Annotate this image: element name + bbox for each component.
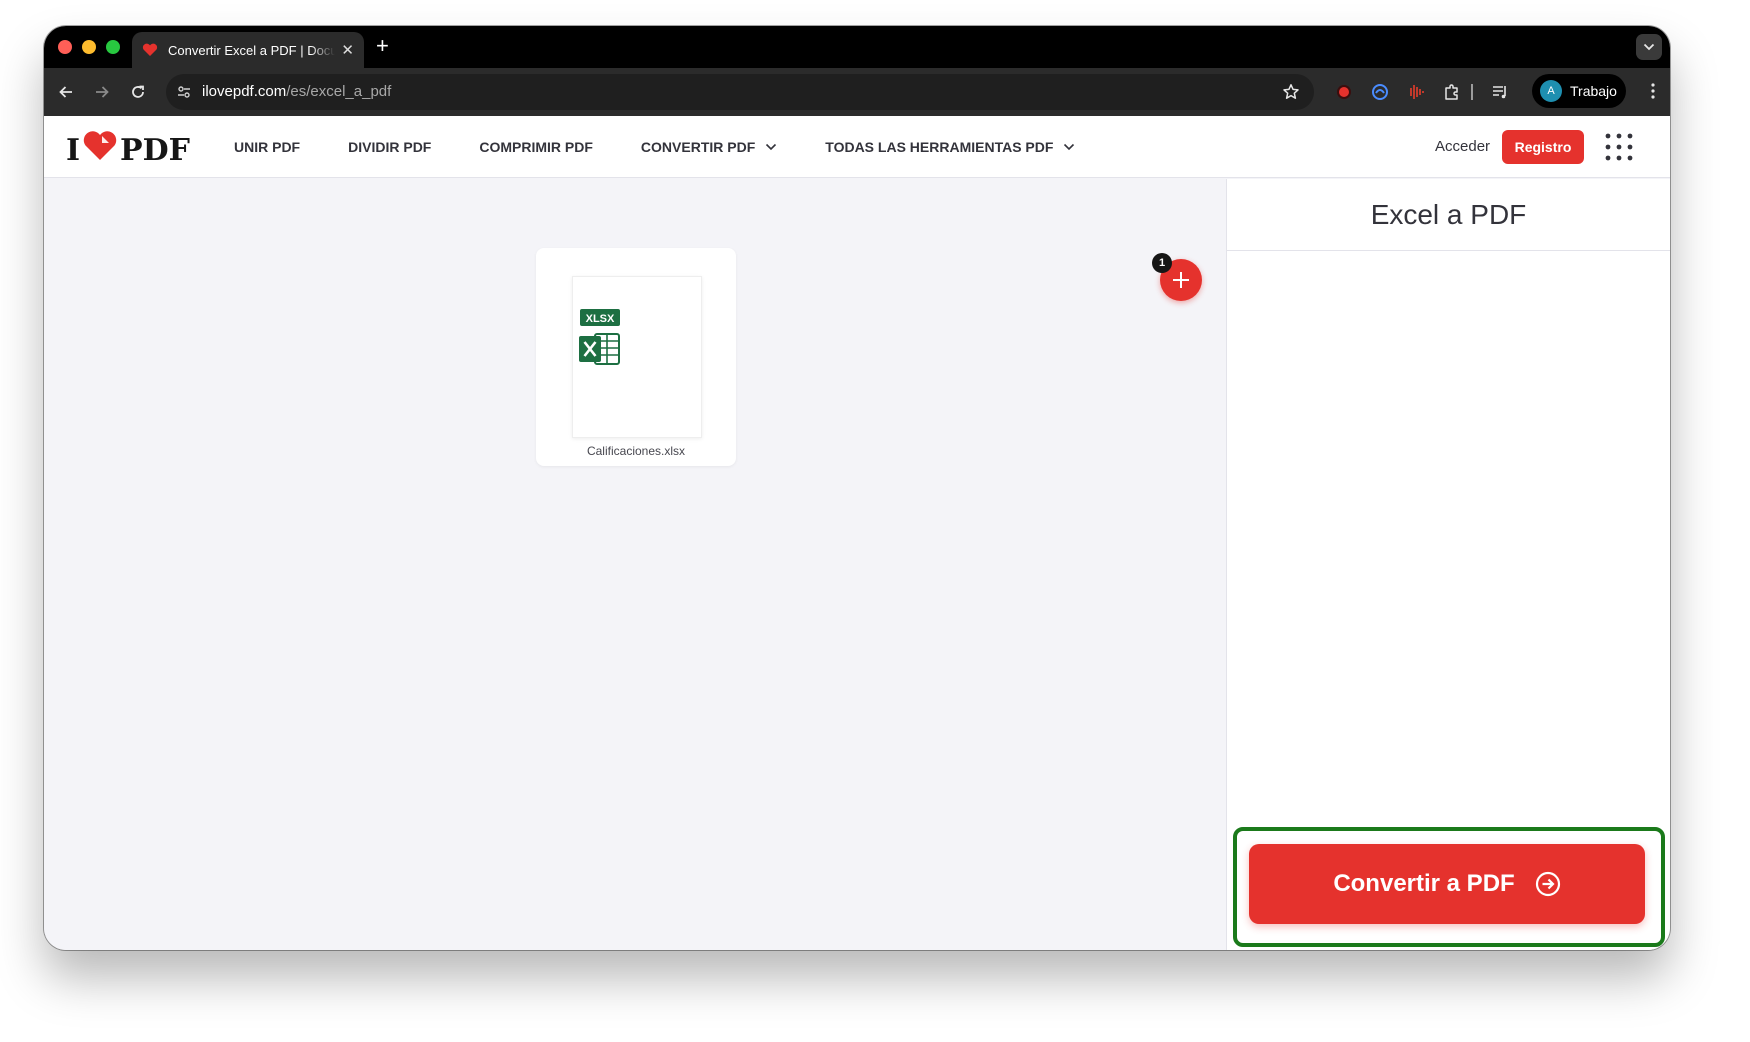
convert-label: Convertir a PDF <box>1333 870 1515 897</box>
avatar: A <box>1540 80 1562 102</box>
nav-label: DIVIDIR PDF <box>348 139 432 155</box>
nav-unir-pdf[interactable]: UNIR PDF <box>234 139 300 155</box>
maximize-window-button[interactable] <box>106 40 120 54</box>
chevron-down-icon <box>766 143 777 151</box>
login-link[interactable]: Acceder <box>1435 138 1490 155</box>
nav-label: UNIR PDF <box>234 139 301 155</box>
file-card[interactable]: XLSX Calificaciones.xlsx <box>536 248 736 466</box>
profile-name: Trabajo <box>1570 83 1617 99</box>
nav-comprimir-pdf[interactable]: COMPRIMIR PDF <box>479 139 593 155</box>
plus-icon <box>1173 272 1189 288</box>
file-name: Calificaciones.xlsx <box>586 444 686 458</box>
nav-label: CONVERTIR PDF <box>640 139 756 155</box>
profile-button[interactable]: A Trabajo <box>1532 74 1626 108</box>
site-settings-icon[interactable] <box>176 84 192 105</box>
address-bar[interactable]: ilovepdf.com/es/excel_a_pdf <box>166 74 1314 110</box>
tab-bar: Convertir Excel a PDF | Documentos Excel… <box>44 26 1670 68</box>
nav-todas-herramientas[interactable]: TODAS LAS HERRAMIENTAS PDF <box>825 139 1075 155</box>
more-options-icon[interactable] <box>1650 82 1656 105</box>
chevron-down-icon <box>1064 143 1075 151</box>
options-panel: Excel a PDF Convertir a PDF <box>1226 179 1670 950</box>
url-path: /es/excel_a_pdf <box>286 83 392 100</box>
arrow-circle-right-icon <box>1535 871 1561 897</box>
close-window-button[interactable] <box>58 40 72 54</box>
browser-toolbar: ilovepdf.com/es/excel_a_pdf A Trabajo <box>44 68 1670 116</box>
reload-button[interactable] <box>126 80 150 104</box>
file-count-badge: 1 <box>1152 253 1172 273</box>
file-type-badge: XLSX <box>586 313 615 325</box>
tab-search-button[interactable] <box>1636 34 1662 60</box>
nav-dividir-pdf[interactable]: DIVIDIR PDF <box>348 139 431 155</box>
nav-convertir-pdf[interactable]: CONVERTIR PDF <box>641 139 777 155</box>
chevron-down-icon <box>1643 38 1655 56</box>
arrow-left-icon <box>59 86 72 98</box>
nav-label: COMPRIMIR PDF <box>479 139 593 155</box>
main-nav: UNIR PDF DIVIDIR PDF COMPRIMIR PDF CONVE… <box>234 116 1123 178</box>
tab-title: Convertir Excel a PDF | Documentos Excel <box>168 42 336 58</box>
arrow-right-icon <box>96 86 109 98</box>
register-button[interactable]: Registro <box>1502 130 1584 164</box>
heart-icon <box>82 130 118 170</box>
minimize-window-button[interactable] <box>82 40 96 54</box>
logo-text-i: I <box>66 132 81 168</box>
apps-grid-icon[interactable] <box>1604 132 1634 167</box>
convert-to-pdf-button[interactable]: Convertir a PDF <box>1249 844 1645 924</box>
logo-text-pdf: PDF <box>120 132 190 168</box>
browser-window: Convertir Excel a PDF | Documentos Excel… <box>44 26 1670 950</box>
toolbar-divider <box>1470 82 1474 102</box>
url-domain: ilovepdf.com <box>202 83 287 100</box>
forward-button[interactable] <box>90 80 114 104</box>
back-button[interactable] <box>54 80 78 104</box>
nav-label: TODAS LAS HERRAMIENTAS PDF <box>825 139 1054 155</box>
heart-icon <box>142 42 158 58</box>
panel-title: Excel a PDF <box>1227 179 1670 251</box>
excel-file-icon: XLSX <box>579 308 621 375</box>
puzzle-extensions-icon[interactable] <box>1442 82 1462 102</box>
audio-wave-extension-icon[interactable] <box>1406 82 1426 102</box>
tab-close-icon[interactable]: ✕ <box>341 41 354 59</box>
url-text: ilovepdf.com/es/excel_a_pdf <box>202 83 391 100</box>
reload-icon <box>132 85 144 98</box>
vpn-extension-icon[interactable] <box>1370 82 1390 102</box>
new-tab-button[interactable]: + <box>376 35 389 57</box>
bookmark-star-icon[interactable] <box>1282 83 1300 106</box>
ilovepdf-logo[interactable]: I PDF <box>66 130 190 170</box>
media-control-icon[interactable] <box>1490 82 1510 102</box>
file-workspace: XLSX Calificaciones.xlsx 1 <box>44 179 1226 950</box>
record-extension-icon[interactable] <box>1334 82 1354 102</box>
browser-tab-active[interactable]: Convertir Excel a PDF | Documentos Excel… <box>132 32 364 68</box>
site-header: I PDF UNIR PDF DIVIDIR PDF COMPRIMIR PDF… <box>44 116 1670 178</box>
